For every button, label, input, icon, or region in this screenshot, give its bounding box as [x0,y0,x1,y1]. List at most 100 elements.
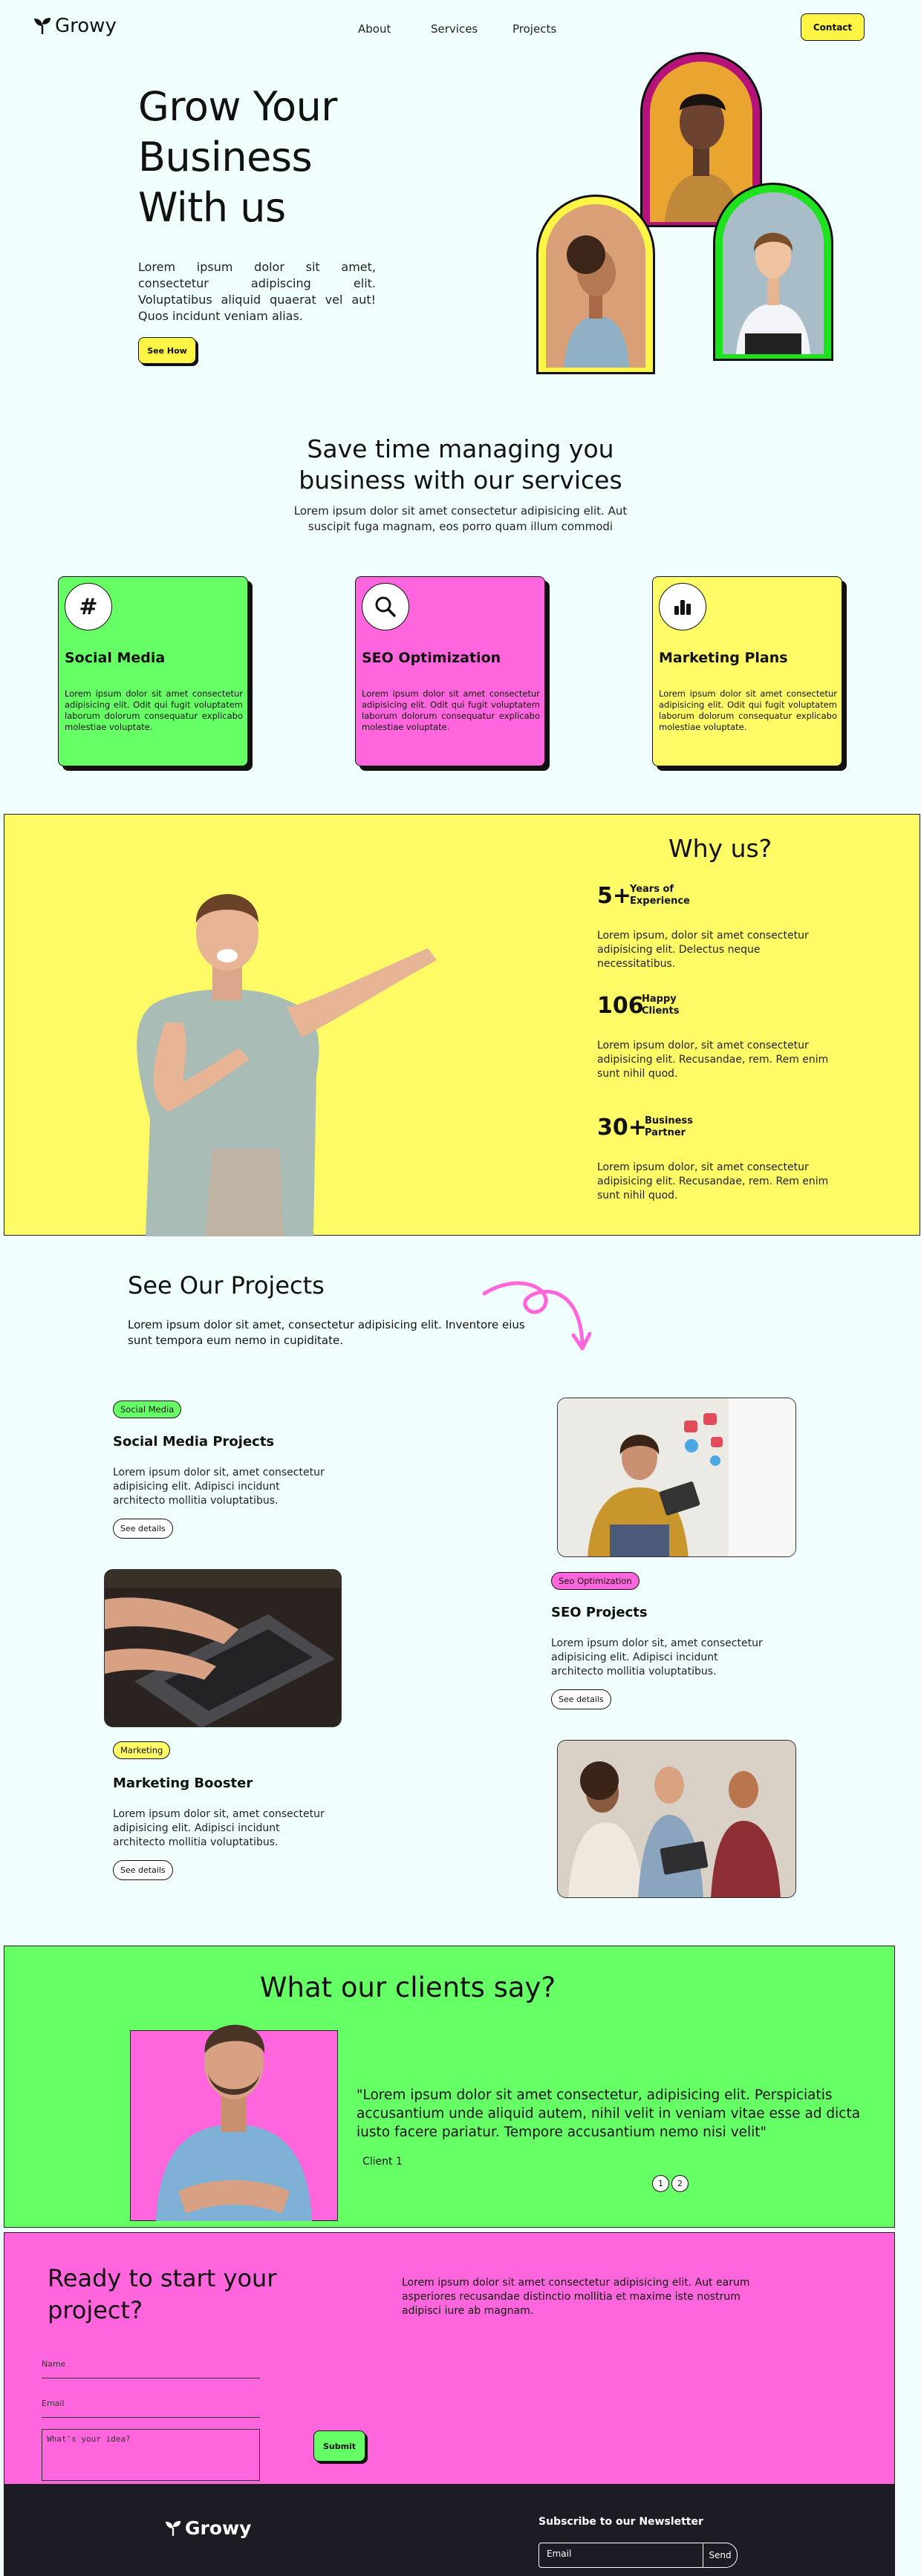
why-us-section: Why us? 5+ Years of Experience Lorem ips… [4,814,920,1236]
name-field[interactable]: Name [42,2352,260,2378]
woman-portrait-illustration [546,204,645,368]
sprout-icon [34,18,51,34]
brand-logo[interactable]: Growy [33,15,117,37]
contact-button[interactable]: Contact [801,13,865,41]
hero-photo-woman-1 [546,204,645,368]
project-title-social-media: Social Media Projects [113,1434,275,1450]
sprout-icon [165,2520,181,2536]
man-pointing-illustration [137,893,437,1236]
stat-years-number: 5+ [597,883,632,909]
stat-partners-text: Lorem ipsum dolor, sit amet consectetur … [597,1161,829,1201]
idea-textarea[interactable]: What's your idea? [42,2429,260,2481]
stat-partners-number: 30+ [597,1115,647,1141]
services-title-line-1: Save time managing you [307,434,614,463]
stat-clients-label: Happy Clients [642,994,679,1017]
stat-years-label-line-2: Experience [630,896,690,907]
team-meeting-illustration [558,1741,795,1897]
service-card-text: Lorem ipsum dolor sit amet consectetur a… [65,688,243,732]
project-text-social-media: Lorem ipsum dolor sit, amet consectetur … [113,1467,325,1507]
nav-about-link[interactable]: About [358,22,391,36]
project-image-seo [104,1569,342,1727]
services-title: Save time managing you business with our… [223,434,698,496]
nav-projects[interactable]: Projects [512,22,556,36]
newsletter-email-input[interactable]: Email [538,2543,703,2568]
footer: Growy Subscribe to our Newsletter Email … [4,2485,895,2576]
project-image-marketing [557,1740,796,1898]
woman-portrait-illustration-2 [723,192,824,354]
cta-title: Ready to start your project? [48,2263,276,2326]
project-title-marketing: Marketing Booster [113,1776,253,1791]
project-tag-seo[interactable]: Seo Optimization [551,1572,640,1590]
service-card-text: Lorem ipsum dolor sit amet consectetur a… [659,688,837,732]
client-name: Client 1 [362,2156,403,2168]
client-portrait-illustration [156,2024,312,2221]
clients-section: What our clients say? "Lorem ipsum dolor… [4,1946,895,2228]
hero-title-line-2: Business [138,134,313,180]
hero-title-line-1: Grow Your [138,83,338,130]
woman-with-tablet-illustration [558,1398,795,1556]
services-title-line-2: business with our services [299,466,622,495]
see-details-button-seo[interactable]: See details [551,1689,611,1709]
project-tag-marketing[interactable]: Marketing [113,1741,171,1759]
newsletter-send-button[interactable]: Send [703,2543,738,2568]
hero-arch-green [713,183,833,361]
page: Growy About Services Projects Contact Gr… [0,0,921,2576]
why-us-title: Why us? [668,834,772,863]
hero-arch-yellow [536,195,655,374]
project-text-marketing: Lorem ipsum dolor sit, amet consectetur … [113,1808,325,1848]
stat-clients-label-line-2: Clients [642,1005,680,1017]
project-text-seo: Lorem ipsum dolor sit, amet consectetur … [551,1637,763,1677]
stat-years: 5+ [597,883,631,909]
bar-chart-icon [659,583,706,630]
stat-partners: 30+ [597,1115,647,1141]
testimonial-page-2[interactable]: 2 [671,2175,689,2192]
search-icon [362,583,409,630]
email-field[interactable]: Email [42,2391,260,2418]
hero-text: Lorem ipsum dolor sit amet, consectetur … [138,260,376,323]
stat-years-label: Years of Experience [630,884,690,907]
stat-clients: 106 [597,993,644,1019]
stat-partners-label: Business Partner [645,1115,693,1139]
services-subtitle-line-2: suscipit fuga magnam, eos porro quam ill… [307,520,614,533]
see-details-button-marketing[interactable]: See details [113,1860,173,1880]
services-subtitle-line-1: Lorem ipsum dolor sit amet consectetur a… [293,504,628,518]
project-title-seo: SEO Projects [551,1605,648,1620]
footer-brand-logo[interactable]: Growy [164,2517,251,2539]
cta-section: Ready to start your project? Lorem ipsum… [4,2232,895,2485]
stat-clients-number: 106 [597,993,644,1019]
brand-name: Growy [55,15,117,37]
service-card-title: SEO Optimization [362,650,501,666]
services-subtitle: Lorem ipsum dolor sit amet consectetur a… [223,503,698,535]
service-card-title: Social Media [65,650,166,666]
service-card-social-media[interactable]: # Social Media Lorem ipsum dolor sit ame… [58,576,248,766]
projects-title: See Our Projects [128,1271,325,1300]
nav-about[interactable]: About [358,22,391,36]
cta-title-line-1: Ready to start your [48,2264,277,2292]
see-details-button-social[interactable]: See details [113,1519,173,1539]
project-tag-social-media[interactable]: Social Media [113,1401,182,1418]
service-card-text: Lorem ipsum dolor sit amet consectetur a… [362,688,540,732]
project-image-social-media [557,1398,796,1557]
hero-photo-woman-2 [723,192,824,354]
decorative-swirl-arrow [482,1281,592,1351]
stat-clients-label-line-1: Happy [642,994,677,1005]
submit-button[interactable]: Submit [313,2430,365,2462]
stat-partners-label-line-2: Partner [645,1127,686,1138]
stat-years-text: Lorem ipsum, dolor sit amet consectetur … [597,930,809,970]
see-how-button[interactable]: See How [138,337,196,364]
service-card-marketing[interactable]: Marketing Plans Lorem ipsum dolor sit am… [652,576,842,766]
cta-text: Lorem ipsum dolor sit amet consectetur a… [402,2277,750,2317]
service-card-title: Marketing Plans [659,650,788,666]
nav-projects-link[interactable]: Projects [512,22,556,36]
hashtag-icon: # [65,583,112,630]
hero-title: Grow Your Business With us [138,82,435,233]
client-quote: "Lorem ipsum dolor sit amet consectetur,… [357,2087,861,2140]
testimonial-page-1[interactable]: 1 [652,2175,669,2192]
cta-title-line-2: project? [48,2296,143,2324]
stat-partners-label-line-1: Business [645,1115,693,1126]
laptop-typing-illustration [105,1570,341,1726]
nav-services-link[interactable]: Services [431,22,478,36]
nav-services[interactable]: Services [431,22,478,36]
service-card-seo[interactable]: SEO Optimization Lorem ipsum dolor sit a… [355,576,545,766]
footer-brand-name: Growy [185,2517,252,2539]
